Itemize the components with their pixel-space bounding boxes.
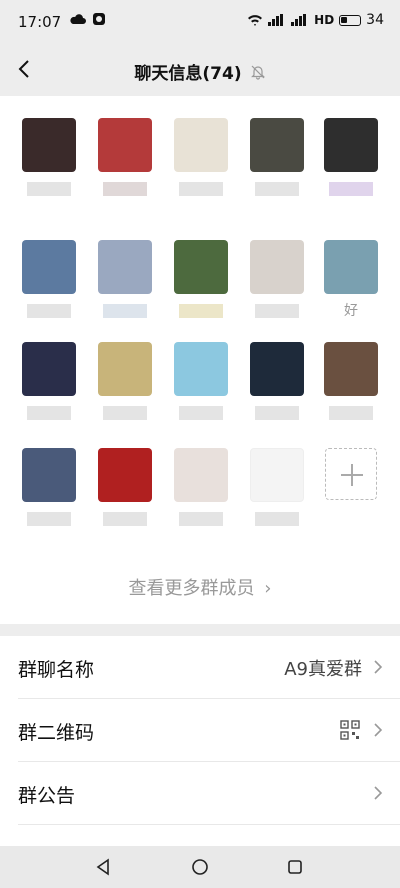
signal-icon-2 [291, 14, 307, 26]
system-nav-bar [0, 846, 400, 888]
group-name-row[interactable]: 群聊名称 A9真爱群 [18, 636, 400, 699]
status-right: HD 34 [247, 12, 384, 28]
nickname-blurred [179, 512, 223, 526]
avatar [324, 342, 378, 396]
avatar [250, 342, 304, 396]
settings-list: 群聊名称 A9真爱群 群二维码 群公告 [0, 636, 400, 855]
member-item[interactable] [247, 342, 307, 420]
avatar [174, 448, 228, 502]
nickname-blurred [103, 182, 147, 196]
battery-level: 34 [366, 12, 384, 28]
member-item[interactable]: 好 [321, 240, 381, 320]
avatar [98, 342, 152, 396]
member-item[interactable] [19, 448, 79, 526]
avatar [174, 240, 228, 294]
avatar [22, 118, 76, 172]
member-item[interactable] [95, 118, 155, 196]
back-triangle-icon[interactable] [94, 858, 112, 876]
nickname-blurred [179, 304, 223, 318]
nickname: 好 [344, 303, 358, 319]
avatar [174, 118, 228, 172]
nickname-blurred [103, 406, 147, 420]
nickname-blurred [179, 406, 223, 420]
avatar [22, 448, 76, 502]
avatar [98, 118, 152, 172]
more-members-label: 查看更多群成员 [128, 578, 255, 599]
nickname-blurred [103, 512, 147, 526]
avatar [22, 240, 76, 294]
member-item[interactable] [171, 240, 231, 318]
signal-icon [268, 14, 284, 26]
nickname-blurred [255, 182, 299, 196]
add-member-button[interactable] [321, 448, 381, 500]
chevron-right-icon [374, 786, 383, 800]
status-time: 17:07 [18, 13, 62, 31]
avatar [98, 240, 152, 294]
chevron-right-icon [374, 660, 383, 674]
nickname-blurred [103, 304, 147, 318]
plus-icon [325, 448, 377, 500]
nickname-blurred [329, 406, 373, 420]
more-members-link[interactable]: 查看更多群成员 › [0, 574, 400, 600]
member-item[interactable] [321, 342, 381, 420]
group-name-value: A9真爱群 [284, 659, 362, 680]
network-type: HD [314, 13, 335, 27]
group-qr-label: 群二维码 [18, 722, 95, 744]
page-title: 聊天信息(74) [134, 64, 242, 84]
avatar [250, 448, 304, 502]
group-notice-row[interactable]: 群公告 [18, 762, 400, 825]
member-item[interactable] [321, 118, 381, 196]
member-item[interactable] [19, 342, 79, 420]
member-item[interactable] [19, 118, 79, 196]
home-circle-icon[interactable] [191, 858, 209, 876]
nickname-blurred [255, 406, 299, 420]
nickname-blurred [27, 304, 71, 318]
nickname-blurred [27, 406, 71, 420]
chevron-right-icon: › [264, 578, 272, 599]
avatar [174, 342, 228, 396]
member-item[interactable] [247, 240, 307, 318]
mute-bell-icon [250, 65, 265, 80]
group-qr-row[interactable]: 群二维码 [18, 699, 400, 762]
nickname-blurred [27, 182, 71, 196]
avatar [250, 118, 304, 172]
nickname-blurred [255, 304, 299, 318]
battery-icon [339, 14, 362, 26]
nickname-blurred [255, 512, 299, 526]
group-name-label: 群聊名称 [18, 659, 95, 681]
app-notification-icon [93, 13, 105, 25]
status-bar: 17:07 HD 34 [0, 0, 400, 44]
recents-square-icon[interactable] [286, 858, 304, 876]
chevron-right-icon [374, 723, 383, 737]
qr-code-icon [340, 720, 360, 740]
member-item[interactable] [95, 342, 155, 420]
nickname-blurred [27, 512, 71, 526]
member-item[interactable] [171, 118, 231, 196]
avatar [324, 240, 378, 294]
nickname-blurred [329, 182, 373, 196]
member-grid: 好 查看更多群成员 › [0, 96, 400, 624]
avatar [250, 240, 304, 294]
nickname-blurred [179, 182, 223, 196]
header: 聊天信息(74) [0, 44, 400, 96]
member-item[interactable] [95, 448, 155, 526]
avatar [324, 118, 378, 172]
avatar [98, 448, 152, 502]
avatar [22, 342, 76, 396]
member-item[interactable] [247, 448, 307, 526]
member-item[interactable] [95, 240, 155, 318]
member-item[interactable] [247, 118, 307, 196]
member-item[interactable] [171, 448, 231, 526]
cloud-icon [70, 14, 86, 24]
group-notice-label: 群公告 [18, 785, 76, 807]
member-item[interactable] [171, 342, 231, 420]
status-notification-icons [70, 12, 106, 26]
member-item[interactable] [19, 240, 79, 318]
wifi-icon [248, 15, 263, 26]
